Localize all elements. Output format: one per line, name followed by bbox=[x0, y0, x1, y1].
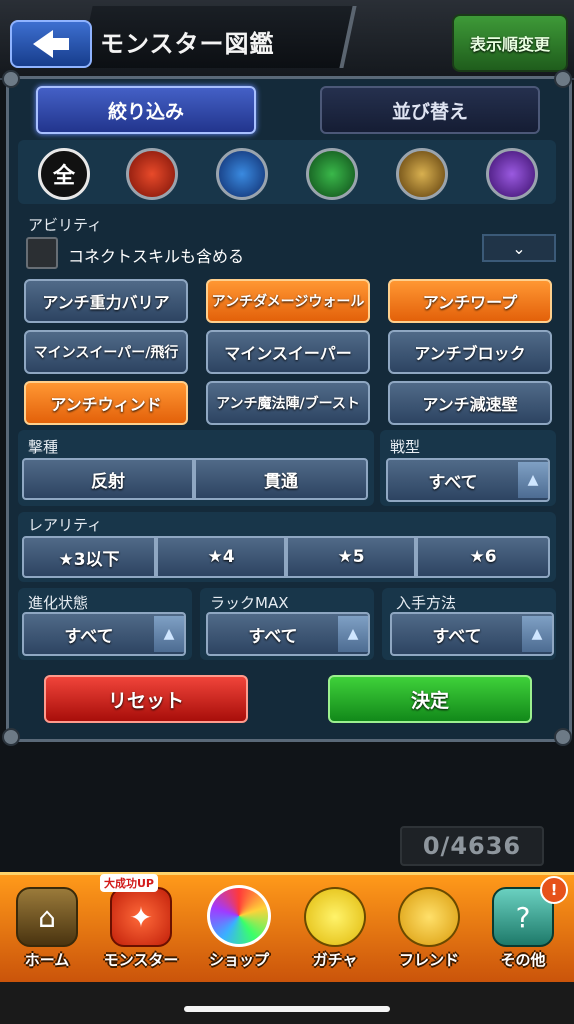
attribute-filter-row bbox=[18, 140, 556, 204]
sort-order-button[interactable]: 表示順変更 bbox=[452, 14, 568, 72]
ability-button[interactable]: アンチワープ bbox=[388, 279, 552, 323]
nav-gacha[interactable]: ガチャ bbox=[290, 880, 380, 970]
evolution-label: 進化状態 bbox=[28, 594, 89, 612]
attribute-dark-icon[interactable] bbox=[486, 148, 538, 200]
battle-type-dropdown[interactable]: すべて ▲ bbox=[386, 458, 550, 502]
home-indicator[interactable] bbox=[184, 1006, 390, 1012]
rarity-3-or-less-button[interactable]: ★3以下 bbox=[22, 536, 156, 578]
luck-max-dropdown[interactable]: すべて ▲ bbox=[206, 612, 370, 656]
attribute-light-icon[interactable] bbox=[396, 148, 448, 200]
panel-corner-rivet bbox=[2, 70, 20, 88]
luck-max-label: ラックMAX bbox=[210, 594, 289, 612]
acquisition-dropdown[interactable]: すべて ▲ bbox=[390, 612, 554, 656]
monster-icon: ✦ bbox=[110, 887, 172, 947]
chevron-up-icon: ▲ bbox=[518, 462, 548, 498]
nav-home[interactable]: ⌂ ホーム bbox=[2, 880, 92, 970]
panel-corner-rivet bbox=[554, 70, 572, 88]
nav-monster[interactable]: ✦ モンスター bbox=[96, 880, 186, 970]
chevron-down-icon[interactable]: ⌄ bbox=[482, 234, 556, 262]
attribute-fire-icon[interactable] bbox=[126, 148, 178, 200]
ability-button[interactable]: アンチ魔法陣/ブースト bbox=[206, 381, 370, 425]
chevron-up-icon: ▲ bbox=[338, 616, 368, 652]
ability-button[interactable]: アンチブロック bbox=[388, 330, 552, 374]
egg-icon bbox=[304, 887, 366, 947]
page-title: モンスター図鑑 bbox=[100, 30, 275, 58]
system-bottom-bar bbox=[0, 982, 574, 1024]
ability-button[interactable]: アンチ減速壁 bbox=[388, 381, 552, 425]
connect-skill-checkbox[interactable] bbox=[26, 237, 58, 269]
reset-button[interactable]: リセット bbox=[44, 675, 248, 723]
strike-type-label: 撃種 bbox=[28, 438, 59, 456]
attribute-wood-icon[interactable] bbox=[306, 148, 358, 200]
home-icon: ⌂ bbox=[16, 887, 78, 947]
tab-sort[interactable]: 並び替え bbox=[320, 86, 540, 134]
bonus-badge: 大成功UP bbox=[100, 874, 158, 892]
rarity-label: レアリティ bbox=[28, 516, 103, 534]
ability-button[interactable]: アンチ重力バリア bbox=[24, 279, 188, 323]
ability-button[interactable]: アンチダメージウォール bbox=[206, 279, 370, 323]
rarity-4-button[interactable]: ★4 bbox=[156, 536, 286, 578]
monster-count: 0/4636 bbox=[400, 826, 544, 866]
notification-badge: ! bbox=[540, 876, 568, 904]
battle-type-label: 戦型 bbox=[390, 438, 421, 456]
nav-shop[interactable]: ショップ bbox=[194, 880, 284, 970]
ability-button[interactable]: アンチウィンド bbox=[24, 381, 188, 425]
panel-corner-rivet bbox=[554, 728, 572, 746]
strike-reflect-button[interactable]: 反射 bbox=[22, 458, 194, 500]
decide-button[interactable]: 決定 bbox=[328, 675, 532, 723]
chevron-up-icon: ▲ bbox=[154, 616, 184, 652]
ability-section-label: アビリティ bbox=[28, 216, 103, 234]
rarity-6-button[interactable]: ★6 bbox=[416, 536, 550, 578]
panel-corner-rivet bbox=[2, 728, 20, 746]
chevron-up-icon: ▲ bbox=[522, 616, 552, 652]
tab-filter[interactable]: 絞り込み bbox=[36, 86, 256, 134]
rarity-5-button[interactable]: ★5 bbox=[286, 536, 416, 578]
friends-icon bbox=[398, 887, 460, 947]
ability-button[interactable]: マインスイーパー bbox=[206, 330, 370, 374]
nav-friend[interactable]: フレンド bbox=[384, 880, 474, 970]
orb-icon bbox=[207, 885, 271, 947]
strike-pierce-button[interactable]: 貫通 bbox=[194, 458, 368, 500]
ability-button[interactable]: マインスイーパー/飛行 bbox=[24, 330, 188, 374]
evolution-dropdown[interactable]: すべて ▲ bbox=[22, 612, 186, 656]
back-button[interactable] bbox=[10, 20, 92, 68]
acquisition-label: 入手方法 bbox=[396, 594, 457, 612]
attribute-water-icon[interactable] bbox=[216, 148, 268, 200]
attribute-all-button[interactable]: 全 bbox=[38, 148, 90, 200]
connect-skill-label: コネクトスキルも含める bbox=[68, 247, 245, 266]
